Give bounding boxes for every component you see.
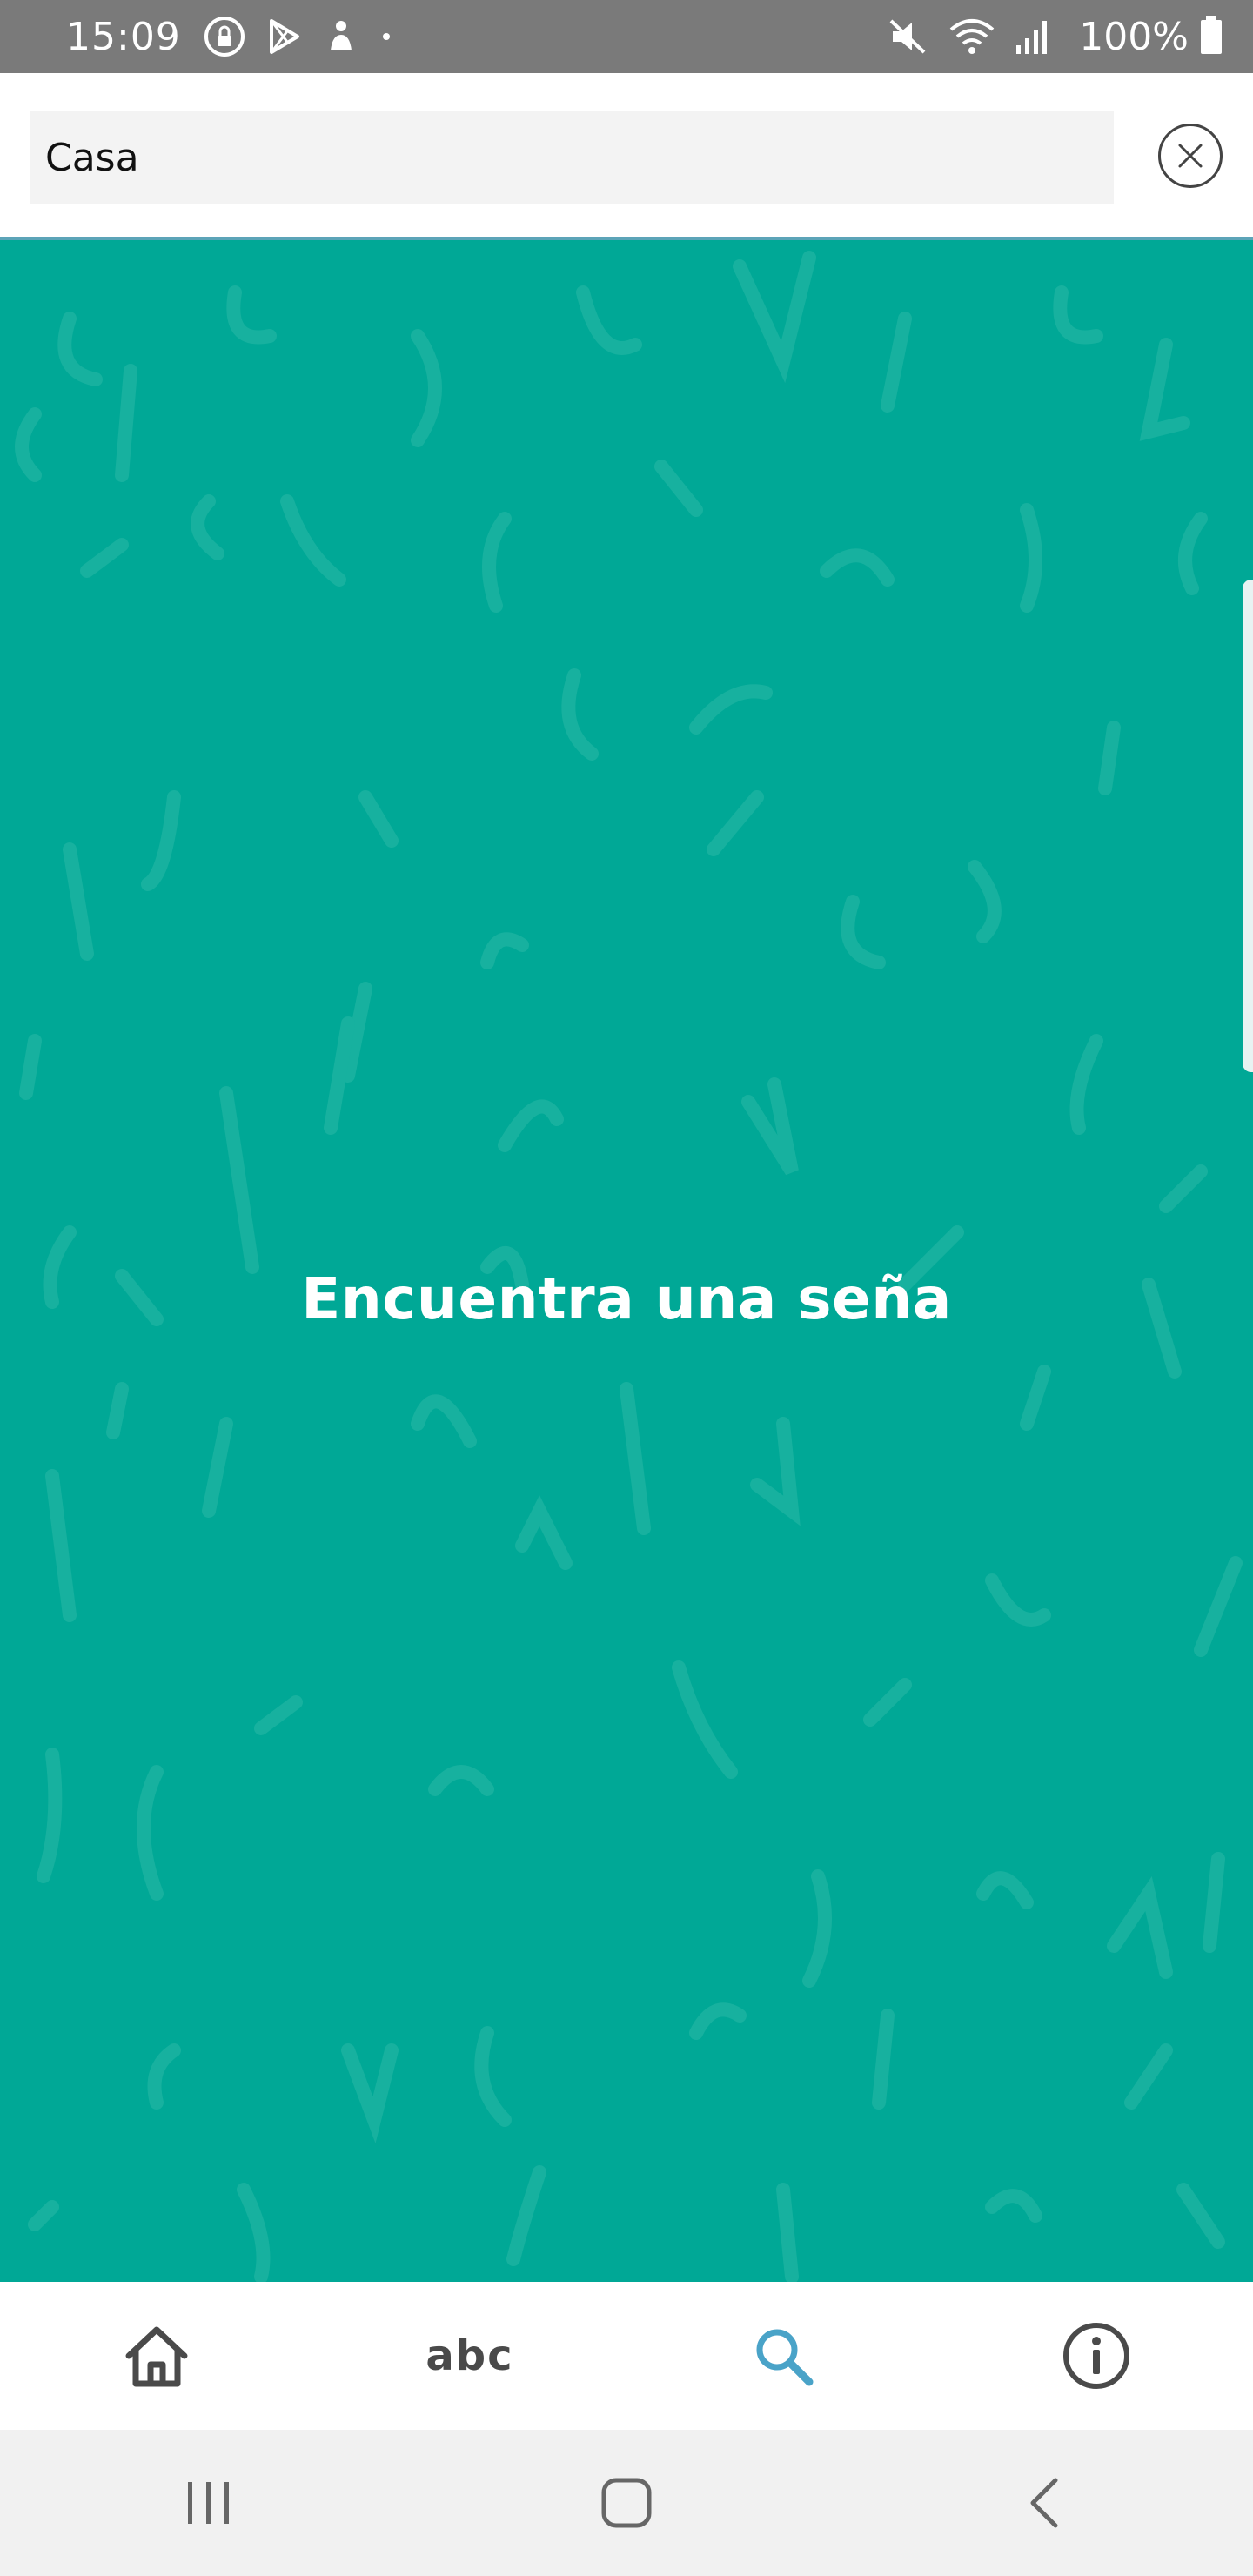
home-icon [125,2326,188,2387]
dot-icon [379,30,393,44]
battery-percent: 100% [1079,14,1189,59]
recent-apps-icon [188,2482,229,2524]
status-right: 100% [888,14,1223,59]
search-icon [756,2329,814,2386]
battery-icon [1199,14,1223,59]
close-icon [1178,144,1203,168]
status-time: 15:09 [66,14,181,59]
status-bar: 15:09 100% [0,0,1253,73]
system-nav-bar [0,2430,1253,2576]
empty-state-message: Encuentra una seña [301,1265,952,1332]
search-input[interactable] [30,111,1114,204]
search-header [0,73,1253,240]
nav-search[interactable] [626,2282,940,2430]
scrollbar-handle[interactable] [1243,580,1253,1072]
play-store-icon [265,17,303,56]
nav-home[interactable] [0,2282,313,2430]
search-empty-state: Encuentra una seña [0,240,1253,2282]
nav-alphabet[interactable]: abc [313,2282,626,2430]
nav-info[interactable] [940,2282,1253,2430]
mute-icon [888,16,929,57]
wifi-icon [948,16,995,57]
clear-search-button[interactable] [1158,124,1223,188]
signal-icon [1015,17,1049,56]
status-left: 15:09 [66,15,412,59]
home-system-button[interactable] [557,2451,696,2555]
abc-icon: abc [425,2331,514,2380]
back-icon [1030,2478,1058,2528]
info-icon [1063,2323,1129,2389]
notification-app-icon [322,17,360,56]
back-button[interactable] [975,2451,1114,2555]
background-pattern [15,251,1243,2282]
lock-circle-icon [204,16,245,57]
home-square-icon [601,2478,652,2528]
bottom-nav: abc [0,2282,1253,2430]
recent-apps-button[interactable] [139,2451,278,2555]
